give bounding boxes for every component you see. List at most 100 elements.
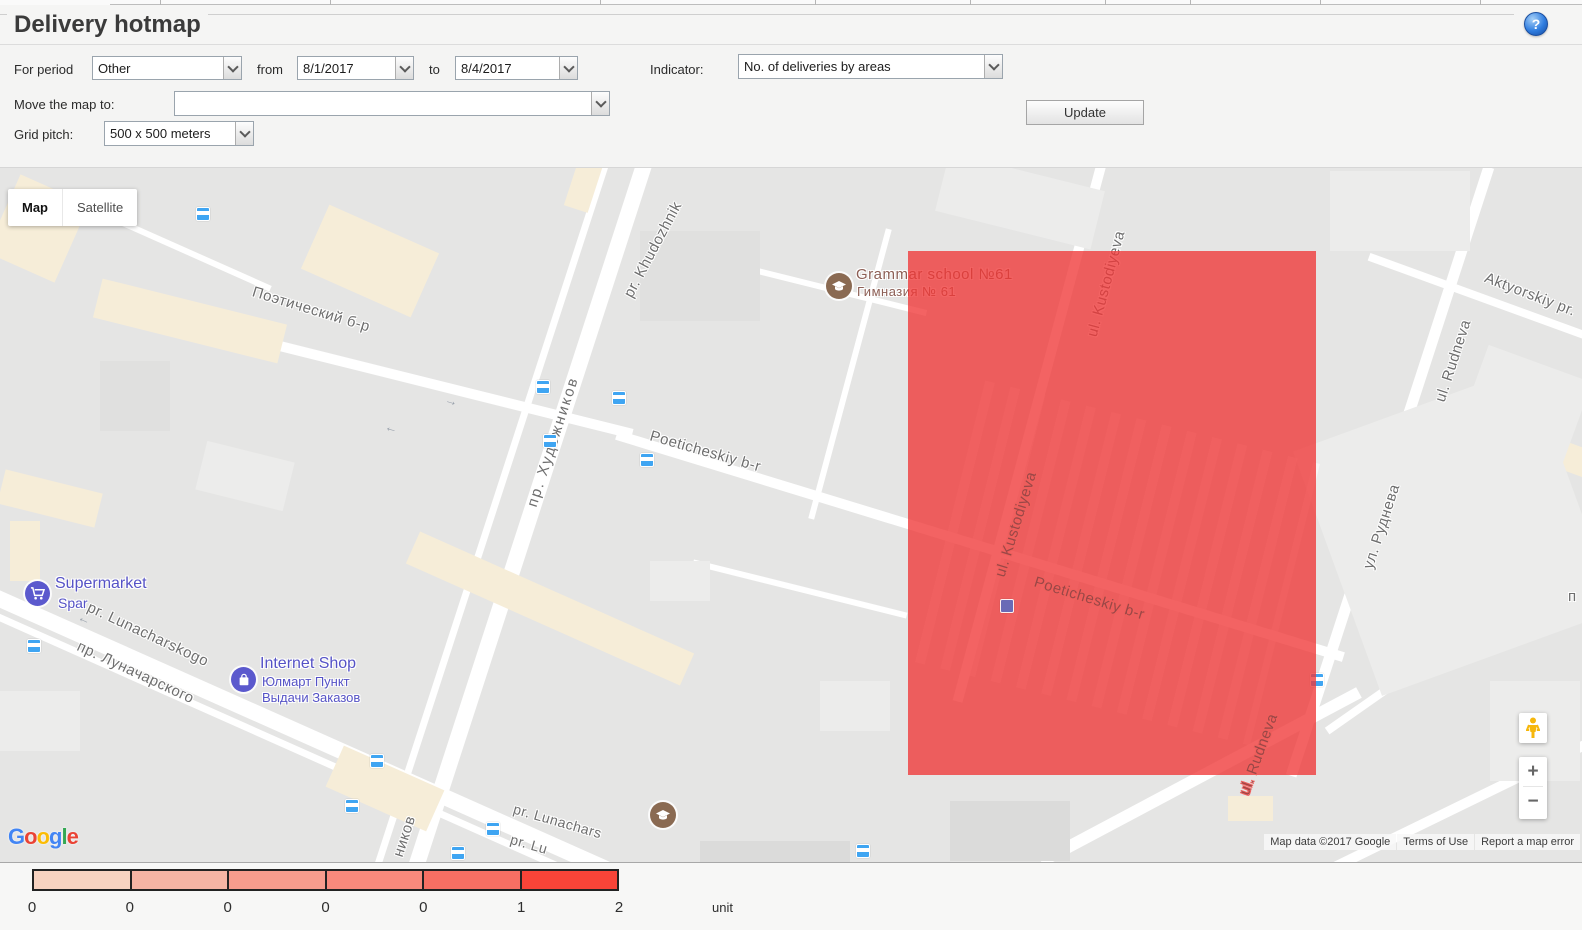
dropdown-arrow-icon[interactable] — [984, 55, 1002, 78]
google-logo-letter: e — [67, 824, 78, 849]
dropdown-arrow-icon[interactable] — [235, 122, 253, 145]
one-way-arrow-icon: ← — [383, 418, 400, 436]
from-label: from — [257, 62, 283, 77]
move-map-select[interactable] — [174, 91, 610, 116]
one-way-arrow-icon: → — [443, 391, 460, 409]
legend-bar: 0000012 unit — [0, 862, 1582, 930]
legend-swatch — [325, 869, 425, 891]
move-map-label: Move the map to: — [14, 97, 114, 112]
heatmap-cell[interactable] — [908, 251, 1316, 775]
legend-scale-label: 0 — [321, 899, 329, 916]
google-logo-letter: g — [49, 824, 61, 849]
legend-scale-label: 0 — [126, 899, 134, 916]
street-label: п — [1568, 588, 1577, 605]
update-button[interactable]: Update — [1026, 100, 1144, 125]
building — [0, 469, 103, 527]
grid-pitch-value: 500 x 500 meters — [105, 126, 235, 141]
for-period-label: For period — [14, 62, 73, 77]
legend-scale-label: 0 — [28, 899, 36, 916]
dropdown-arrow-icon[interactable] — [591, 92, 609, 115]
legend-scale-label: 1 — [517, 899, 525, 916]
building — [700, 841, 850, 863]
bus-stop-icon — [536, 380, 550, 394]
legend-swatch — [130, 869, 230, 891]
shopping-bag-icon[interactable] — [231, 667, 256, 692]
building — [950, 801, 1070, 861]
bus-stop-icon — [856, 844, 870, 858]
building — [1228, 796, 1273, 821]
dropdown-arrow-icon[interactable] — [395, 57, 413, 79]
bus-stop-icon — [1000, 599, 1014, 613]
report-map-error-link[interactable]: Report a map error — [1475, 834, 1580, 850]
zoom-control: + − — [1519, 757, 1547, 819]
google-logo-letter: o — [24, 824, 36, 849]
building — [301, 205, 439, 318]
period-select[interactable]: Other — [92, 56, 242, 80]
school-icon[interactable] — [650, 802, 676, 828]
period-value: Other — [93, 61, 223, 76]
building — [10, 521, 40, 581]
map-type-map-button[interactable]: Map — [8, 189, 62, 226]
dropdown-arrow-icon[interactable] — [223, 57, 241, 79]
help-icon[interactable]: ? — [1524, 12, 1548, 36]
google-logo[interactable]: Google — [8, 824, 78, 850]
building — [195, 441, 294, 511]
from-date-select[interactable]: 8/1/2017 — [297, 56, 414, 80]
legend-scale-label: 2 — [615, 899, 623, 916]
poi-supermarket-title[interactable]: Supermarket — [55, 575, 147, 593]
building — [100, 361, 170, 431]
map-attribution: Map data ©2017 Google Terms of Use Repor… — [1264, 834, 1580, 850]
toolbar: For period Other from 8/1/2017 to 8/4/20… — [0, 45, 1582, 167]
road — [693, 559, 908, 618]
legend-scale-label: 0 — [223, 899, 231, 916]
to-date-select[interactable]: 8/4/2017 — [455, 56, 578, 80]
google-logo-letter: G — [8, 824, 24, 849]
indicator-select[interactable]: No. of deliveries by areas — [738, 54, 1003, 79]
to-date-value: 8/4/2017 — [456, 61, 559, 76]
legend-swatches — [32, 869, 619, 891]
bus-stop-icon — [27, 639, 41, 653]
building — [820, 681, 890, 731]
dropdown-arrow-icon[interactable] — [559, 57, 577, 79]
zoom-out-button[interactable]: − — [1519, 787, 1547, 816]
poi-internet-shop-subtitle2: Выдачи Заказов — [262, 690, 360, 705]
from-date-value: 8/1/2017 — [298, 61, 395, 76]
grid-pitch-select[interactable]: 500 x 500 meters — [104, 121, 254, 146]
building — [650, 561, 710, 601]
google-logo-letter: o — [37, 824, 49, 849]
legend-swatch — [422, 869, 522, 891]
map-type-control: Map Satellite — [8, 189, 137, 226]
zoom-in-button[interactable]: + — [1519, 757, 1547, 786]
grid-pitch-label: Grid pitch: — [14, 127, 73, 142]
legend-swatch — [520, 869, 620, 891]
building — [326, 746, 445, 832]
building — [406, 532, 694, 686]
bus-stop-icon — [345, 799, 359, 813]
shopping-cart-icon[interactable] — [25, 581, 50, 606]
bus-stop-icon — [370, 754, 384, 768]
bus-stop-icon — [486, 822, 500, 836]
bus-stop-icon — [543, 434, 557, 448]
to-label: to — [429, 62, 440, 77]
fieldset-line-right — [208, 14, 1514, 15]
building — [1330, 171, 1470, 251]
indicator-value: No. of deliveries by areas — [739, 59, 984, 74]
poi-internet-shop-subtitle: Юлмарт Пункт — [262, 674, 350, 689]
map-data-copyright: Map data ©2017 Google — [1264, 834, 1396, 850]
school-icon[interactable] — [826, 273, 852, 299]
pegman-control[interactable] — [1519, 713, 1547, 743]
map-type-satellite-button[interactable]: Satellite — [62, 189, 137, 226]
page-header: Delivery hotmap ? — [0, 5, 1582, 45]
map-canvas[interactable]: ← ← → Поэтический б-р pr. Khudozhnik пр.… — [0, 167, 1582, 863]
building — [0, 691, 80, 751]
pegman-icon — [1526, 717, 1540, 739]
bus-stop-icon — [451, 846, 465, 860]
legend-scale-label: 0 — [419, 899, 427, 916]
poi-internet-shop-title[interactable]: Internet Shop — [260, 655, 356, 673]
bus-stop-icon — [196, 207, 210, 221]
legend-swatch — [32, 869, 132, 891]
page-title: Delivery hotmap — [14, 11, 201, 39]
legend-swatch — [227, 869, 327, 891]
bus-stop-icon — [612, 391, 626, 405]
terms-of-use-link[interactable]: Terms of Use — [1397, 834, 1474, 850]
